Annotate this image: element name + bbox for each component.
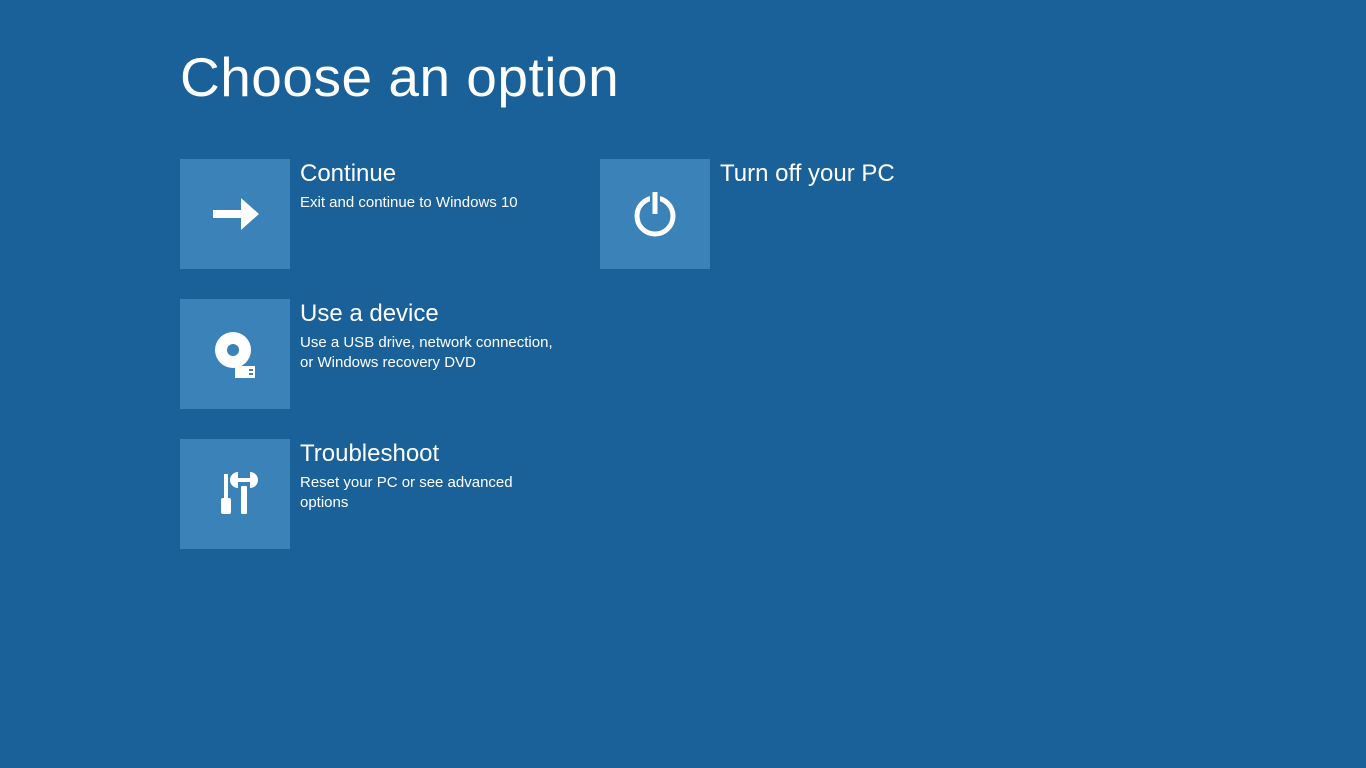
option-use-device[interactable]: Use a device Use a USB drive, network co… xyxy=(180,299,600,439)
tools-icon xyxy=(180,439,290,549)
arrow-right-icon xyxy=(180,159,290,269)
page-title: Choose an option xyxy=(180,45,1366,109)
option-continue-description: Exit and continue to Windows 10 xyxy=(300,193,518,213)
option-use-device-title: Use a device xyxy=(300,299,560,329)
options-grid: Continue Exit and continue to Windows 10… xyxy=(180,159,1366,579)
option-use-device-description: Use a USB drive, network connection, or … xyxy=(300,333,560,373)
option-troubleshoot-title: Troubleshoot xyxy=(300,439,560,469)
disc-usb-icon xyxy=(180,299,290,409)
option-continue[interactable]: Continue Exit and continue to Windows 10 xyxy=(180,159,600,299)
option-troubleshoot-description: Reset your PC or see advanced options xyxy=(300,473,560,513)
option-turn-off-title: Turn off your PC xyxy=(720,159,895,189)
option-continue-title: Continue xyxy=(300,159,518,189)
power-icon xyxy=(600,159,710,269)
option-troubleshoot[interactable]: Troubleshoot Reset your PC or see advanc… xyxy=(180,439,600,579)
option-turn-off[interactable]: Turn off your PC xyxy=(600,159,1020,299)
